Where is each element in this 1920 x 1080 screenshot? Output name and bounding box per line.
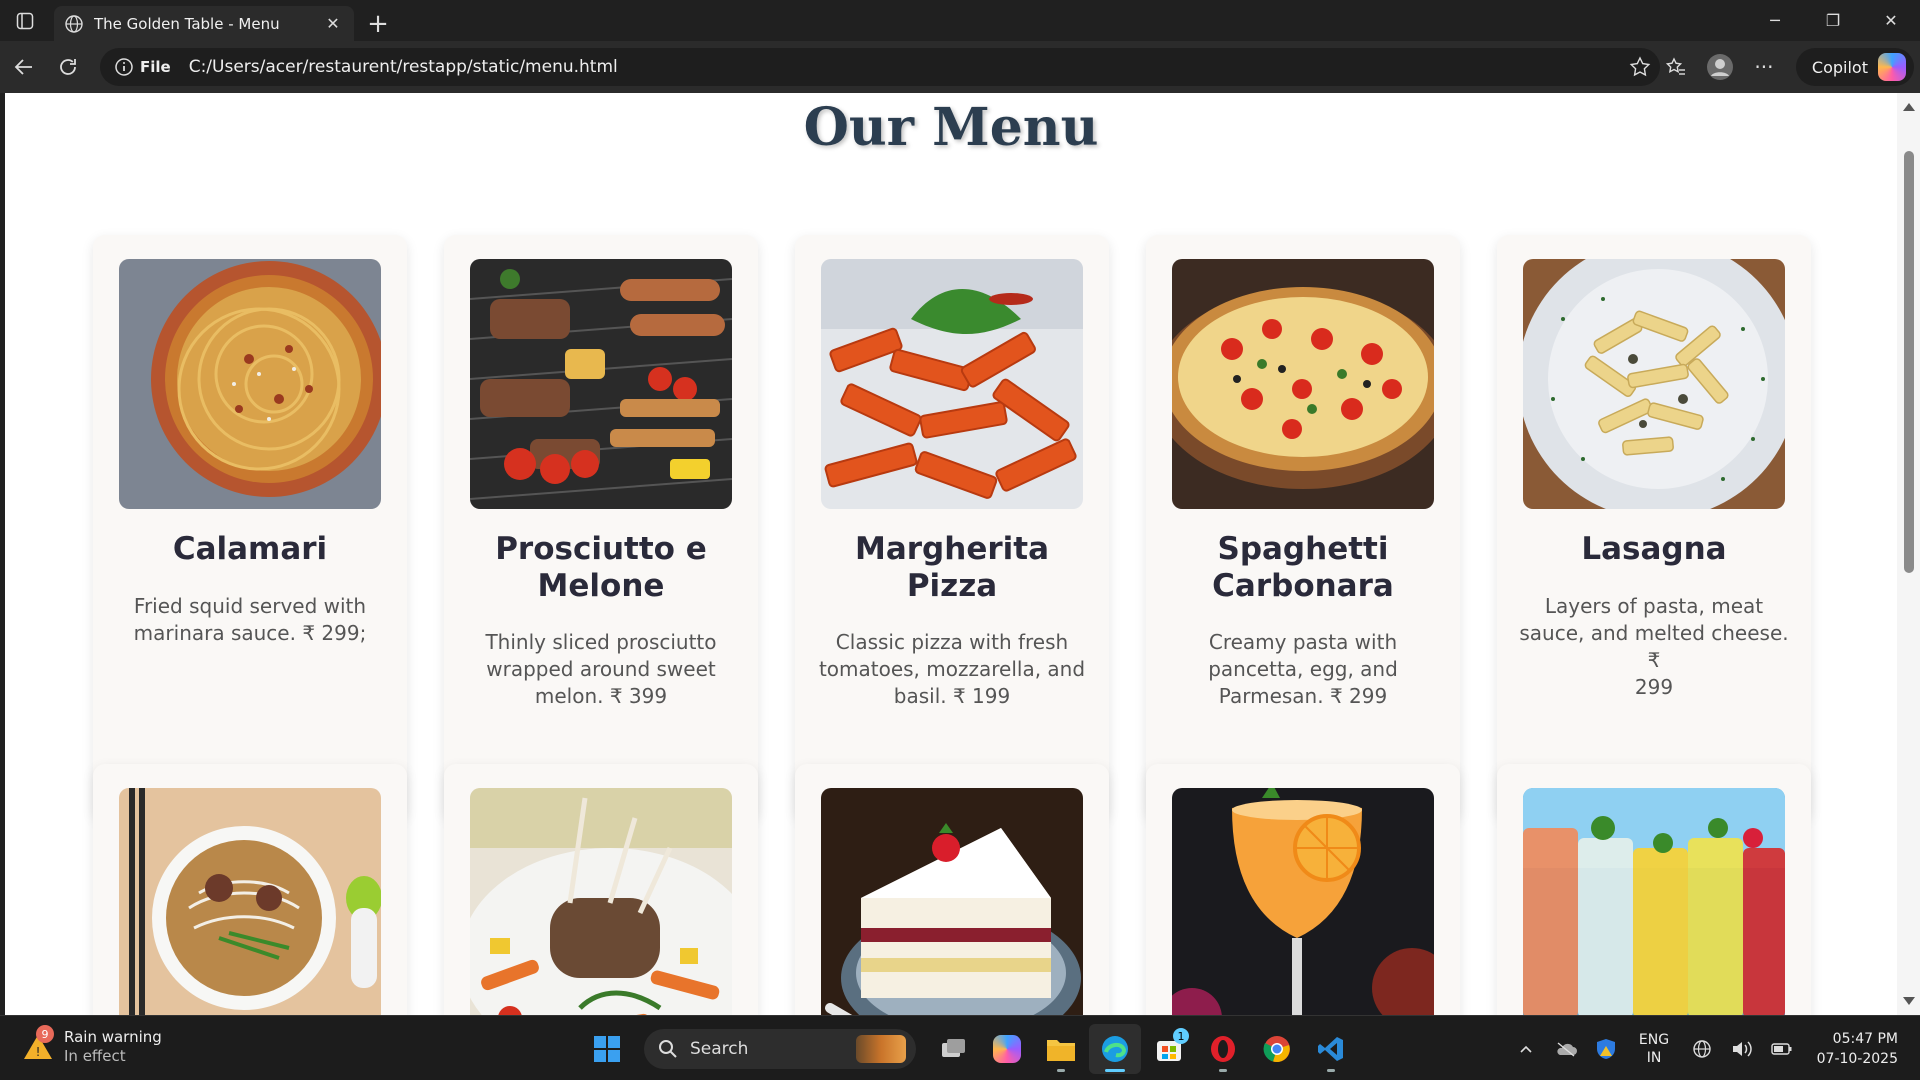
toolbar-right: ··· Copilot	[1654, 41, 1920, 93]
food-image-pizza	[1172, 259, 1434, 509]
food-image-drinks	[1523, 788, 1785, 1015]
food-image-lamb	[470, 788, 732, 1015]
search-icon	[659, 1040, 677, 1058]
scroll-up-arrow-icon[interactable]	[1903, 103, 1915, 111]
address-scheme: File	[140, 58, 171, 76]
weather-badge: 9	[36, 1025, 54, 1043]
more-options-icon[interactable]: ···	[1742, 45, 1786, 89]
weather-title: Rain warning	[64, 1028, 162, 1046]
system-tray: ENG IN 05:47 PM 07-10-2025	[1506, 1016, 1920, 1080]
copilot-app-icon[interactable]	[981, 1024, 1033, 1074]
food-image-penne	[821, 259, 1083, 509]
network-globe-icon[interactable]	[1682, 1039, 1722, 1059]
browser-toolbar: File C:/Users/acer/restaurent/restapp/st…	[0, 41, 1920, 93]
menu-item-description: Fried squid served with marinara sauce. ₹…	[133, 594, 367, 645]
menu-card[interactable]: Calamari Fried squid served with marinara…	[93, 235, 407, 819]
chevron-up-icon[interactable]	[1506, 1041, 1546, 1057]
window-controls: ─ ❐ ✕	[1746, 0, 1920, 41]
menu-card[interactable]	[1146, 764, 1460, 1015]
menu-card[interactable]: Spaghetti Carbonara Creamy pasta with panc…	[1146, 235, 1460, 819]
weather-widget[interactable]: ! 9 Rain warning In effect	[22, 1025, 162, 1066]
tab-title: The Golden Table - Menu	[94, 14, 280, 33]
page-viewport: Our Menu Calamari Fried squid served wit…	[5, 93, 1897, 1015]
info-icon[interactable]	[112, 55, 136, 79]
onedrive-icon[interactable]	[1546, 1041, 1586, 1057]
new-tab-button[interactable]: +	[358, 6, 398, 41]
scroll-thumb[interactable]	[1904, 151, 1914, 573]
svg-text:!: !	[36, 1045, 41, 1059]
volume-icon[interactable]	[1722, 1039, 1762, 1059]
security-shield-icon[interactable]	[1586, 1038, 1626, 1060]
file-explorer-icon[interactable]	[1035, 1024, 1087, 1074]
search-highlight-icon	[856, 1035, 906, 1063]
menu-card[interactable]	[795, 764, 1109, 1015]
menu-item-name: Calamari	[172, 531, 328, 567]
menu-item-description: Creamy pasta with pancetta, egg, and Parme…	[1208, 630, 1398, 708]
minimize-icon[interactable]: ─	[1746, 0, 1804, 41]
opera-icon[interactable]	[1197, 1024, 1249, 1074]
taskbar: ! 9 Rain warning In effect Search 1 ENG …	[0, 1015, 1920, 1080]
globe-icon	[65, 14, 83, 33]
refresh-icon[interactable]	[46, 45, 90, 89]
copilot-icon	[1878, 53, 1906, 81]
clock-date: 07-10-2025	[1816, 1050, 1898, 1067]
menu-item-name: Lasagna	[1581, 531, 1727, 567]
browser-tab[interactable]: The Golden Table - Menu ✕	[54, 6, 354, 41]
menu-card[interactable]	[1497, 764, 1811, 1015]
tab-actions-icon[interactable]	[0, 0, 50, 41]
menu-item-description: Thinly sliced prosciutto wrapped around s…	[485, 630, 717, 708]
menu-item-description: Classic pizza with fresh tomatoes, mozzar…	[818, 630, 1086, 708]
store-badge: 1	[1173, 1028, 1189, 1044]
food-image-cocktail	[1172, 788, 1434, 1015]
weather-subtitle: In effect	[64, 1047, 126, 1065]
taskbar-apps: Search 1	[580, 1024, 1358, 1074]
menu-item-name: Prosciutto e Melone	[495, 531, 707, 604]
back-arrow-icon[interactable]	[2, 45, 46, 89]
chrome-icon[interactable]	[1251, 1024, 1303, 1074]
close-window-icon[interactable]: ✕	[1862, 0, 1920, 41]
clock-time: 05:47 PM	[1832, 1030, 1898, 1047]
restore-icon[interactable]: ❐	[1804, 0, 1862, 41]
language-indicator[interactable]: ENG IN	[1626, 1031, 1682, 1067]
edge-browser-icon[interactable]	[1089, 1024, 1141, 1074]
profile-avatar-icon[interactable]	[1698, 45, 1742, 89]
page-title: Our Menu	[803, 97, 1099, 158]
favorites-icon[interactable]	[1654, 45, 1698, 89]
taskbar-search[interactable]: Search	[644, 1029, 916, 1069]
food-image-cake	[821, 788, 1083, 1015]
menu-card[interactable]	[444, 764, 758, 1015]
system-clock[interactable]: 05:47 PM 07-10-2025	[1802, 1029, 1898, 1069]
battery-icon[interactable]	[1762, 1042, 1802, 1056]
vscode-icon[interactable]	[1305, 1024, 1357, 1074]
search-label: Search	[690, 1039, 749, 1059]
store-icon[interactable]: 1	[1143, 1024, 1195, 1074]
copilot-button[interactable]: Copilot	[1795, 48, 1914, 86]
menu-card[interactable]: Lasagna Layers of pasta, meat sauce, and …	[1497, 235, 1811, 819]
scroll-down-arrow-icon[interactable]	[1903, 997, 1915, 1005]
menu-card[interactable]: Prosciutto e Melone Thinly sliced prosciu…	[444, 235, 758, 819]
url-text[interactable]: C:/Users/acer/restaurent/restapp/static/…	[189, 57, 1620, 77]
menu-item-name: Spaghetti Carbonara	[1212, 531, 1394, 604]
page-scrollbar[interactable]	[1897, 93, 1920, 1015]
screen: The Golden Table - Menu ✕ + ─ ❐ ✕ File C…	[0, 0, 1920, 1080]
food-image-spaghetti	[119, 259, 381, 509]
food-image-grill	[470, 259, 732, 509]
browser-titlebar: The Golden Table - Menu ✕ + ─ ❐ ✕	[0, 0, 1920, 41]
food-image-creamy-penne	[1523, 259, 1785, 509]
rain-warning-icon: ! 9	[22, 1025, 54, 1063]
food-image-pho	[119, 788, 381, 1015]
task-view-icon[interactable]	[927, 1024, 979, 1074]
menu-card[interactable]: Margherita Pizza Classic pizza with fresh…	[795, 235, 1109, 819]
address-bar[interactable]: File C:/Users/acer/restaurent/restapp/st…	[100, 48, 1660, 86]
close-tab-icon[interactable]: ✕	[322, 14, 344, 33]
menu-item-name: Margherita Pizza	[855, 531, 1049, 604]
copilot-label: Copilot	[1811, 57, 1868, 77]
menu-card[interactable]	[93, 764, 407, 1015]
windows-start-icon[interactable]	[581, 1024, 633, 1074]
menu-item-description: Layers of pasta, meat sauce, and melted c…	[1519, 594, 1789, 699]
